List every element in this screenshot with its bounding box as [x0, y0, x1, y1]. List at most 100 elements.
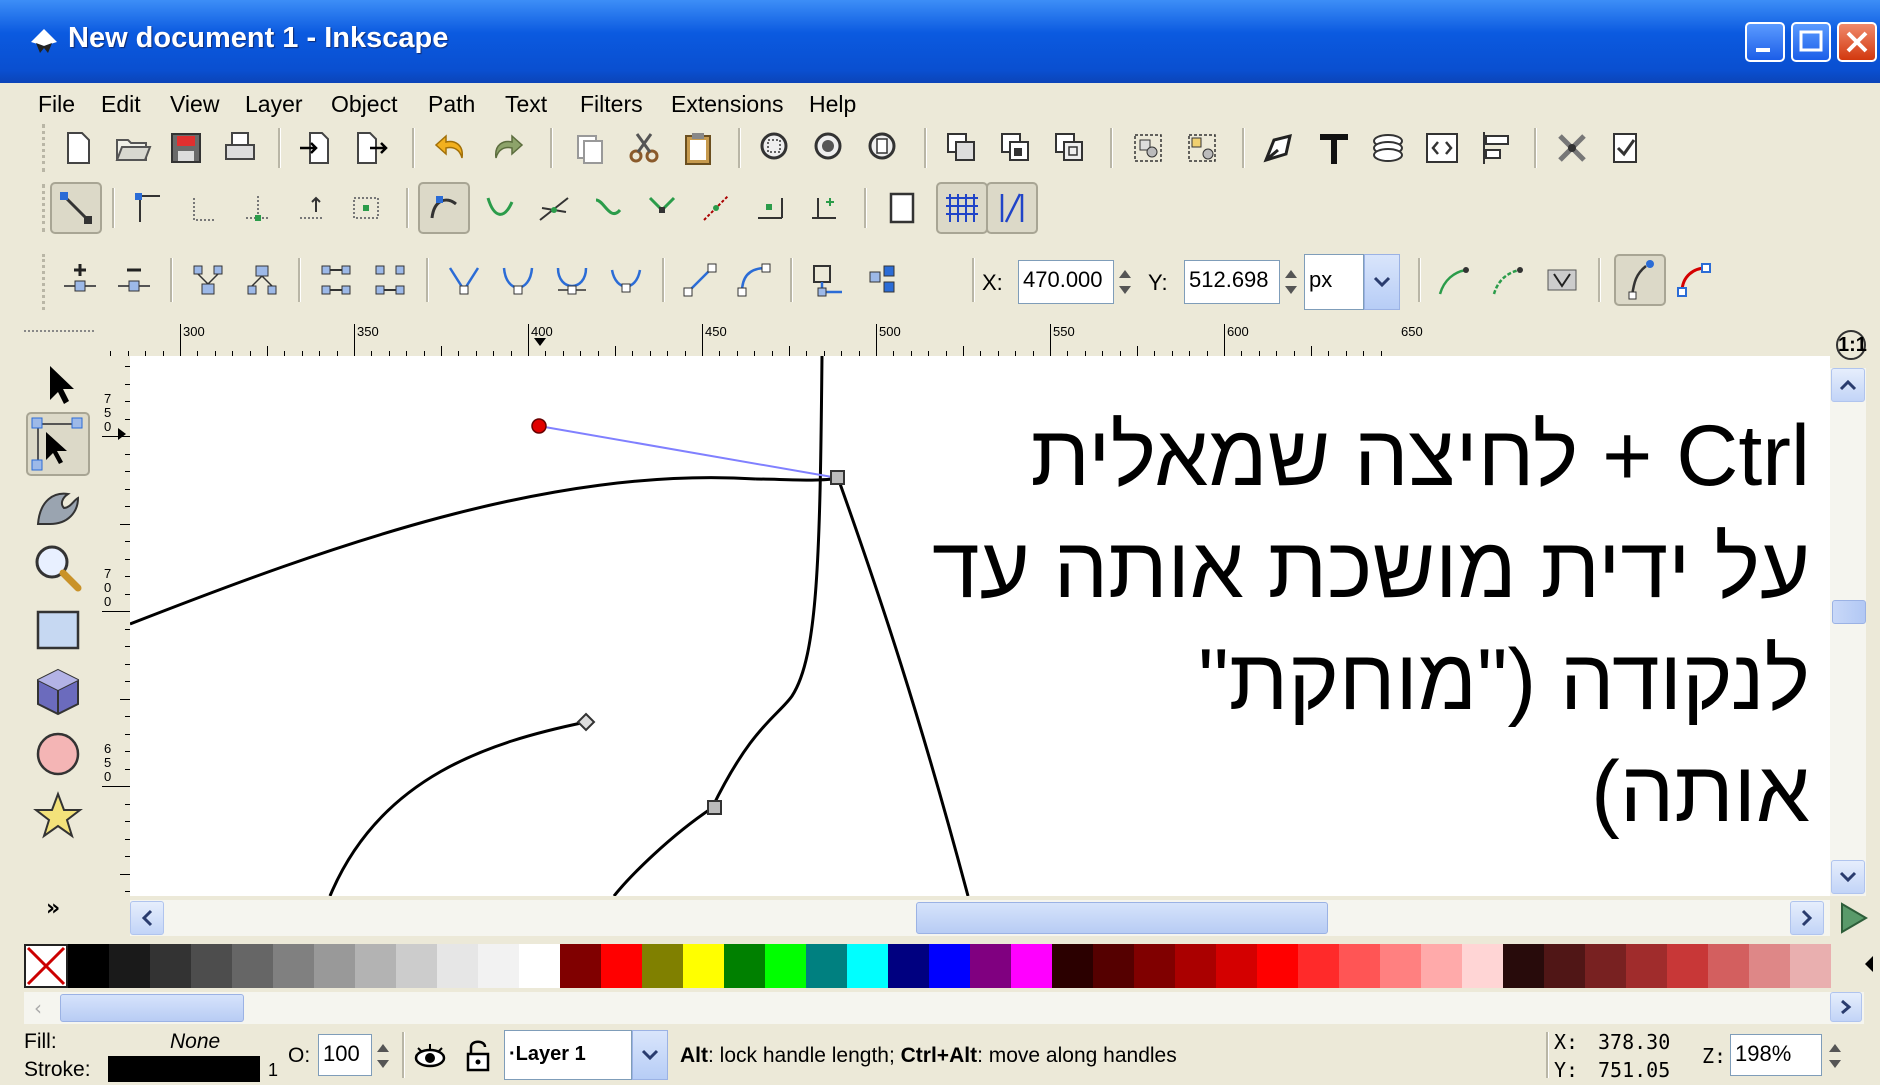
- menu-filters[interactable]: Filters: [580, 91, 643, 118]
- palette-scrollbar[interactable]: ‹: [24, 992, 1864, 1024]
- color-swatch[interactable]: [806, 944, 847, 988]
- color-swatch[interactable]: [396, 944, 437, 988]
- color-swatch[interactable]: [1585, 944, 1626, 988]
- zoom-page-icon[interactable]: [864, 128, 904, 168]
- duplicate-icon[interactable]: [942, 128, 982, 168]
- color-swatch[interactable]: [1257, 944, 1298, 988]
- snap-guides-icon[interactable]: [986, 182, 1038, 234]
- color-swatch[interactable]: [68, 944, 109, 988]
- tweak-tool-icon[interactable]: [30, 478, 86, 534]
- menu-file[interactable]: File: [38, 91, 75, 118]
- fill-stroke-icon[interactable]: [1260, 128, 1300, 168]
- snap-nodes-icon[interactable]: [418, 182, 470, 234]
- color-swatch[interactable]: [683, 944, 724, 988]
- ungroup-icon[interactable]: [1182, 128, 1222, 168]
- lock-icon[interactable]: [462, 1036, 494, 1074]
- color-swatch[interactable]: [1093, 944, 1134, 988]
- menu-help[interactable]: Help: [809, 91, 856, 118]
- scroll-left-button[interactable]: [130, 901, 164, 935]
- next-path-effect-icon[interactable]: [1434, 260, 1474, 300]
- xml-editor-icon[interactable]: [1422, 128, 1462, 168]
- horizontal-scrollbar[interactable]: [130, 900, 1830, 936]
- x-spinner-icon[interactable]: [1116, 260, 1134, 304]
- snap-page-border-icon[interactable]: [882, 188, 922, 228]
- fill-value[interactable]: None: [170, 1030, 220, 1054]
- clip-path-edit-icon[interactable]: [1488, 260, 1528, 300]
- color-swatch[interactable]: [888, 944, 929, 988]
- delete-segment-icon[interactable]: [370, 260, 410, 300]
- print-icon[interactable]: [220, 128, 260, 168]
- color-swatch[interactable]: [273, 944, 314, 988]
- export-icon[interactable]: [350, 128, 390, 168]
- close-button[interactable]: [1837, 22, 1877, 62]
- unit-select[interactable]: px: [1304, 254, 1364, 310]
- color-swatch[interactable]: [642, 944, 683, 988]
- insert-node-icon[interactable]: [60, 260, 100, 300]
- color-swatch[interactable]: [724, 944, 765, 988]
- y-coordinate-input[interactable]: 512.698: [1184, 260, 1280, 304]
- save-icon[interactable]: [166, 128, 206, 168]
- horizontal-scroll-thumb[interactable]: [916, 902, 1328, 934]
- color-swatch[interactable]: [150, 944, 191, 988]
- smooth-node-icon[interactable]: [498, 260, 538, 300]
- color-swatch[interactable]: [1134, 944, 1175, 988]
- cut-icon[interactable]: [624, 128, 664, 168]
- palette-menu-icon[interactable]: [1862, 952, 1876, 976]
- menu-view[interactable]: View: [170, 91, 219, 118]
- symmetric-node-icon[interactable]: [552, 260, 592, 300]
- cusp-node-icon[interactable]: [444, 260, 484, 300]
- zoom-spinner-icon[interactable]: [1826, 1034, 1844, 1078]
- snap-bbox-corner-icon[interactable]: [238, 188, 278, 228]
- redo-icon[interactable]: [486, 128, 526, 168]
- node-tool-icon[interactable]: [26, 412, 90, 476]
- snap-object-centers-icon[interactable]: [750, 188, 790, 228]
- color-swatch[interactable]: [1749, 944, 1790, 988]
- scroll-down-button[interactable]: [1831, 860, 1865, 894]
- menu-object[interactable]: Object: [331, 91, 397, 118]
- color-swatch[interactable]: [1339, 944, 1380, 988]
- star-tool-icon[interactable]: [30, 788, 86, 844]
- unlink-clone-icon[interactable]: [1050, 128, 1090, 168]
- color-swatch[interactable]: [1708, 944, 1749, 988]
- minimize-button[interactable]: [1745, 22, 1785, 62]
- color-swatch[interactable]: [1503, 944, 1544, 988]
- join-segment-icon[interactable]: [316, 260, 356, 300]
- show-handles-icon[interactable]: [1614, 254, 1666, 306]
- vertical-scrollbar[interactable]: [1830, 368, 1866, 896]
- menu-text[interactable]: Text: [505, 91, 547, 118]
- snap-midpoints-icon[interactable]: [696, 188, 736, 228]
- color-swatch[interactable]: [929, 944, 970, 988]
- opacity-input[interactable]: 100: [318, 1034, 372, 1076]
- menu-path[interactable]: Path: [428, 91, 475, 118]
- x-coordinate-input[interactable]: 470.000: [1018, 260, 1114, 304]
- color-swatch[interactable]: [601, 944, 642, 988]
- import-icon[interactable]: [296, 128, 336, 168]
- color-swatch[interactable]: [1421, 944, 1462, 988]
- object-to-path-icon[interactable]: [808, 260, 848, 300]
- color-swatch[interactable]: [1216, 944, 1257, 988]
- color-swatch[interactable]: [970, 944, 1011, 988]
- stroke-to-path-icon[interactable]: [862, 260, 902, 300]
- color-swatch[interactable]: [765, 944, 806, 988]
- color-swatch[interactable]: [437, 944, 478, 988]
- zoom-1-1-button[interactable]: 1:1: [1836, 330, 1867, 360]
- mask-edit-icon[interactable]: [1542, 260, 1582, 300]
- color-swatch[interactable]: [478, 944, 519, 988]
- join-nodes-icon[interactable]: [188, 260, 228, 300]
- new-document-icon[interactable]: [58, 128, 98, 168]
- color-swatch[interactable]: [1298, 944, 1339, 988]
- segment-to-line-icon[interactable]: [680, 260, 720, 300]
- zoom-drawing-icon[interactable]: [810, 128, 850, 168]
- palette-scroll-right[interactable]: [1830, 992, 1862, 1022]
- cms-toggle-icon[interactable]: [1836, 900, 1872, 936]
- drawing-canvas[interactable]: Ctrl + לחיצה שמאלית על ידית מושכת אותה ע…: [130, 356, 1830, 896]
- snap-bbox-edge-icon[interactable]: [184, 188, 224, 228]
- scroll-up-button[interactable]: [1831, 368, 1865, 402]
- menu-extensions[interactable]: Extensions: [671, 91, 784, 118]
- snap-smooth-nodes-icon[interactable]: [588, 188, 628, 228]
- align-distribute-icon[interactable]: [1476, 128, 1516, 168]
- clone-icon[interactable]: [996, 128, 1036, 168]
- no-paint-swatch[interactable]: [24, 944, 68, 988]
- snap-enable-icon[interactable]: [50, 182, 102, 234]
- opacity-spinner-icon[interactable]: [374, 1034, 392, 1078]
